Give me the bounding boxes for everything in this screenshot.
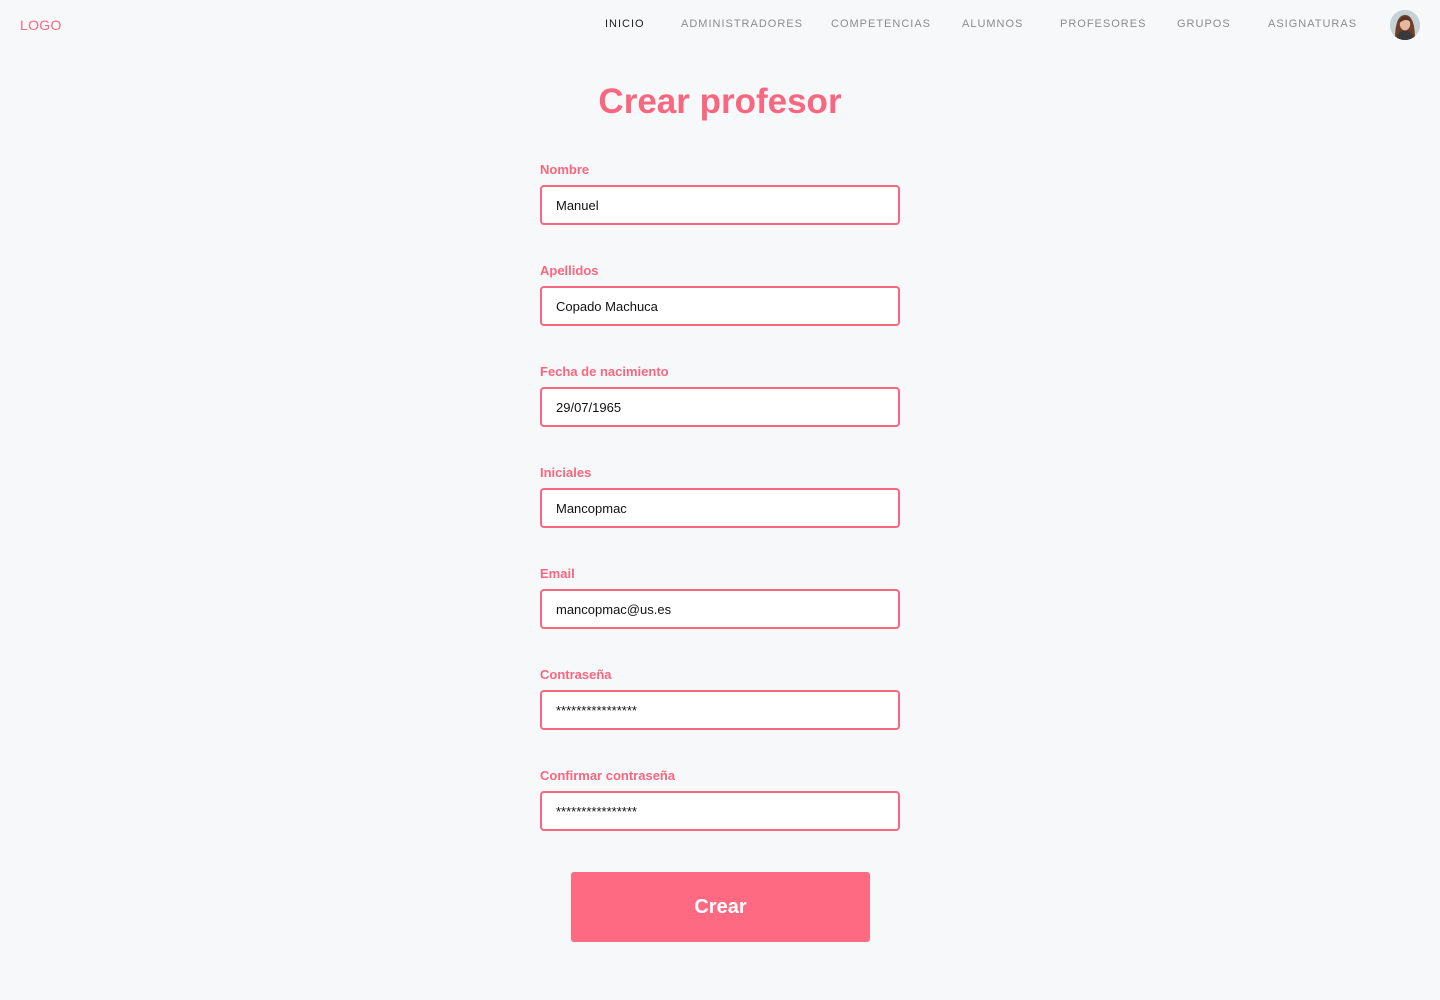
contrasena-label: Contraseña xyxy=(540,667,612,682)
field-nombre: Nombre xyxy=(540,162,900,225)
user-avatar-icon[interactable] xyxy=(1390,10,1420,40)
fecha-nacimiento-label: Fecha de nacimiento xyxy=(540,364,669,379)
nav-item-grupos[interactable]: GRUPOS xyxy=(1177,18,1231,30)
navbar: LOGO INICIO ADMINISTRADORES COMPETENCIAS… xyxy=(0,0,1440,50)
nav-item-profesores[interactable]: PROFESORES xyxy=(1060,18,1146,30)
main-nav: INICIO ADMINISTRADORES COMPETENCIAS ALUM… xyxy=(0,18,1440,32)
field-apellidos: Apellidos xyxy=(540,263,900,326)
apellidos-label: Apellidos xyxy=(540,263,599,278)
email-label: Email xyxy=(540,566,575,581)
field-contrasena: Contraseña xyxy=(540,667,900,730)
confirm-password-input[interactable] xyxy=(540,791,900,831)
nombre-label: Nombre xyxy=(540,162,590,177)
iniciales-label: Iniciales xyxy=(540,465,592,480)
avatar-photo-icon xyxy=(1390,10,1420,40)
nav-item-competencias[interactable]: COMPETENCIAS xyxy=(831,18,931,30)
nav-item-administradores[interactable]: ADMINISTRADORES xyxy=(681,18,803,30)
field-fecha-nacimiento: Fecha de nacimiento xyxy=(540,364,900,427)
fecha-nacimiento-input[interactable] xyxy=(540,387,900,427)
field-confirmar-contrasena: Confirmar contraseña xyxy=(540,768,900,831)
nav-item-asignaturas[interactable]: ASIGNATURAS xyxy=(1268,18,1357,30)
field-email: Email xyxy=(540,566,900,629)
field-iniciales: Iniciales xyxy=(540,465,900,528)
email-input[interactable] xyxy=(540,589,900,629)
iniciales-input[interactable] xyxy=(540,488,900,528)
confirmar-contrasena-label: Confirmar contraseña xyxy=(540,768,676,783)
nav-item-alumnos[interactable]: ALUMNOS xyxy=(962,18,1023,30)
crear-button[interactable]: Crear xyxy=(571,872,870,942)
password-input[interactable] xyxy=(540,690,900,730)
nav-item-inicio[interactable]: INICIO xyxy=(605,18,645,30)
apellidos-input[interactable] xyxy=(540,286,900,326)
page-title: Crear profesor xyxy=(598,82,842,121)
nombre-input[interactable] xyxy=(540,185,900,225)
